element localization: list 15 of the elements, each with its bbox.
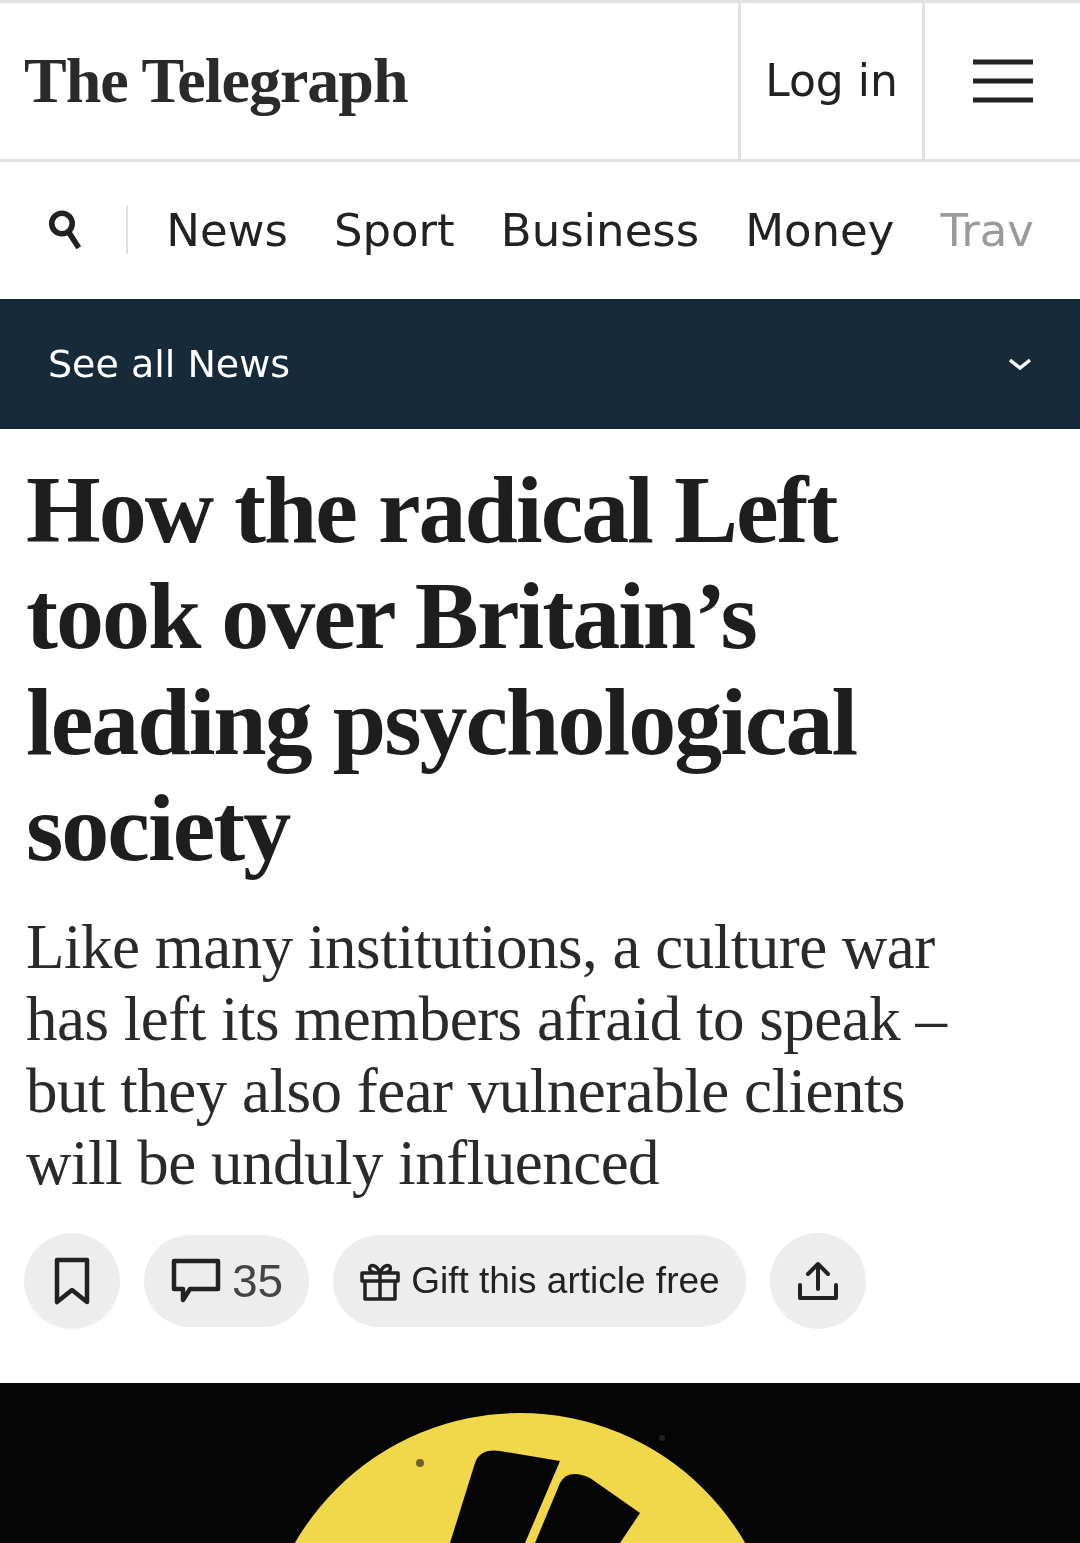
standfirst: Like many institutions, a culture war has left its members afraid to speak – but they also fear vulnerable clients will be unduly influenced [26, 911, 949, 1199]
nav-link[interactable]: Business [500, 203, 700, 257]
comments-button[interactable]: 35 [144, 1235, 310, 1327]
menu-icon [972, 58, 1033, 103]
share-icon [796, 1261, 839, 1301]
bookmark-icon [54, 1257, 90, 1305]
site-logo[interactable]: The Telegraph [0, 3, 738, 159]
headline: How the radical Left took over Britain’s leading psychological society [26, 457, 858, 881]
nav-link[interactable]: Sport [333, 203, 455, 257]
gift-article-button[interactable]: Gift this article free [333, 1235, 746, 1327]
speech-bubble-icon [170, 1258, 222, 1304]
nav-link[interactable]: Money [745, 203, 895, 257]
section-dropdown[interactable]: See all News [0, 298, 1080, 429]
gift-icon [359, 1261, 402, 1301]
nav-link[interactable]: News [166, 203, 288, 257]
